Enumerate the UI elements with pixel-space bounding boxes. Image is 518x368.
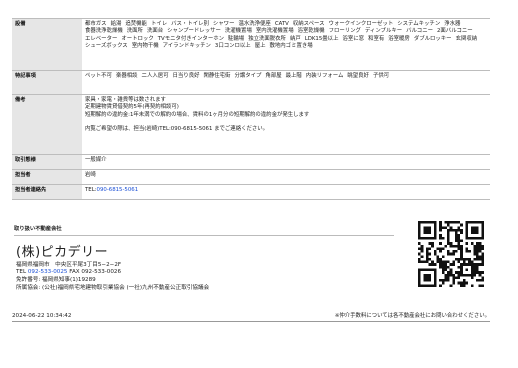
- staff-phone-link[interactable]: 090-6815-5061: [97, 187, 139, 193]
- special-note-item: 内装リフォーム: [305, 73, 344, 79]
- equipment-item: 浴室暖房: [388, 35, 410, 42]
- company-tel-label: TEL: [16, 269, 27, 276]
- special-note-item: 子供可: [372, 73, 390, 79]
- equipment-item: アイランドキッチン: [162, 43, 211, 50]
- special-note-item: 閑静住宅街: [203, 73, 231, 79]
- print-timestamp: 2024-06-22 10:34:42: [12, 313, 72, 319]
- special-note-item: 眺望良好: [347, 73, 369, 79]
- special-note-item: ペット不可: [85, 73, 112, 79]
- equipment-item: シューズボックス: [85, 43, 128, 50]
- special-note-item: 角部屋: [265, 73, 282, 79]
- company-license: 免許番号: 福岡県知事(1)19289: [16, 277, 96, 284]
- equipment-item: バルコニー: [406, 28, 433, 35]
- equipment-item: ディンプルキー: [364, 28, 403, 35]
- remarks-line: 定期建物賃貸借契約5年(再契約相談可): [85, 104, 179, 111]
- staff-row: 担当者 岩崎: [12, 169, 490, 185]
- equipment-item: ダブルロッキー: [413, 35, 452, 42]
- special-note-item: 楽器相談: [115, 73, 138, 79]
- company-info: (株)ピカデリー 福岡県福岡市 中央区平尾3丁目5−2−2F TEL 092-5…: [16, 245, 396, 292]
- remarks-row: 備考 家具・家電・雑貨等は数されます 定期建物賃貸借契約5年(再契約相談可) 短…: [12, 94, 490, 155]
- equipment-item: 洗濯機置場: [224, 28, 252, 35]
- transaction-type-value: 一般媒介: [82, 154, 490, 170]
- staff-contact-label: 担当者連絡先: [12, 184, 82, 200]
- equipment-value: 都市ガス 給湯 追焚機能 トイレ バス・トイレ別 シャワー 温水洗浄便座 CATV 収納スペース…: [82, 18, 490, 71]
- company-association: 所属協会: (公社)福岡県宅地建物取引業協会 (一社)九州不動産公正取引協議会: [16, 284, 210, 291]
- equipment-item: 2面バルコニー: [436, 28, 473, 35]
- special-notes-list: ペット不可 楽器相談 二人入居可 日当り良好 閑静住宅街 分譲タイプ 角部屋 最上階 内装リフォ…: [85, 73, 487, 80]
- property-detail-page: 設備 都市ガス 給湯 追焚機能 トイレ バス・トイレ別 シャワー 温水洗浄便座 CATV 収納ス…: [0, 0, 518, 368]
- equipment-item: 室内洗濯機置場: [255, 28, 294, 35]
- equipment-item: 玄関収納: [455, 35, 478, 42]
- equipment-label: 設備: [12, 18, 82, 71]
- staff-contact-row: 担当者連絡先 TEL:090-6815-5061: [12, 184, 490, 200]
- commission-note: ※仲介手数料については各不動産会社にお問い合わせください。: [334, 313, 490, 319]
- transaction-type-row: 取引態様 一般媒介: [12, 154, 490, 170]
- property-details-table: 設備 都市ガス 給湯 追焚機能 トイレ バス・トイレ別 シャワー 温水洗浄便座 CATV 収納ス…: [12, 18, 490, 200]
- equipment-item: 室内物干機: [131, 43, 159, 50]
- equipment-item: 屋上: [254, 43, 266, 50]
- remarks-line: 内覧ご希望の際は、担当(岩崎)TEL:090-6815-5061 までご連絡くだ…: [85, 126, 269, 133]
- equipment-item: 敷地内ゴミ置き場: [269, 43, 313, 50]
- equipment-item: 浴室に窓: [342, 35, 365, 42]
- staff-contact-prefix: TEL:: [85, 187, 97, 193]
- company-name: (株)ピカデリー: [16, 245, 109, 260]
- special-notes-value: ペット不可 楽器相談 二人入居可 日当り良好 閑静住宅街 分譲タイプ 角部屋 最上階 内装リフォ…: [82, 70, 490, 95]
- special-notes-label: 特記事項: [12, 70, 82, 95]
- special-notes-row: 特記事項 ペット不可 楽器相談 二人入居可 日当り良好 閑静住宅街 分譲タイプ 角部屋 最上階…: [12, 70, 490, 95]
- equipment-item: 浴室乾燥機: [297, 28, 325, 35]
- equipment-item: シャンプードレッサー: [167, 28, 221, 35]
- equipment-item: 食器洗浄乾燥機: [85, 28, 123, 35]
- qr-code-icon: [418, 221, 484, 287]
- special-note-item: 分譲タイプ: [234, 73, 262, 79]
- equipment-item: 和室有: [368, 35, 385, 42]
- company-tel-link[interactable]: 092-533-0025: [28, 269, 68, 275]
- staff-value: 岩崎: [82, 169, 490, 185]
- equipment-item: フローリング: [328, 28, 361, 35]
- company-section-label: 取り扱い不動産会社: [14, 226, 394, 237]
- company-fax: FAX 092-533-0026: [69, 269, 122, 276]
- special-note-item: 最上階: [285, 73, 302, 79]
- remarks-label: 備考: [12, 94, 82, 155]
- special-note-item: 二人入居可: [141, 73, 169, 79]
- equipment-row: 設備 都市ガス 給湯 追焚機能 トイレ バス・トイレ別 シャワー 温水洗浄便座 CATV 収納ス…: [12, 18, 490, 71]
- company-address: 福岡県福岡市 中央区平尾3丁目5−2−2F: [16, 261, 122, 268]
- equipment-item: 洗面所: [126, 28, 143, 35]
- staff-contact-value: TEL:090-6815-5061: [82, 184, 490, 200]
- equipment-list: 都市ガス 給湯 追焚機能 トイレ バス・トイレ別 シャワー 温水洗浄便座 CATV 収納スペース…: [85, 21, 487, 51]
- staff-label: 担当者: [12, 169, 82, 185]
- footer-divider: [12, 321, 490, 322]
- company-contact: TEL 092-533-0025 FAX 092-533-0026: [16, 269, 396, 277]
- remarks-line: 短期解約の違約金:1年未満での解約の場合、賃料の1ヶ月分の短期解約の違約金が発生…: [85, 111, 310, 118]
- remarks-value: 家具・家電・雑貨等は数されます 定期建物賃貸借契約5年(再契約相談可) 短期解約…: [82, 94, 490, 155]
- special-note-item: 日当り良好: [172, 73, 200, 79]
- transaction-type-label: 取引態様: [12, 154, 82, 170]
- equipment-item: 3口コンロ以上: [214, 43, 251, 50]
- equipment-item: 洗面台: [146, 28, 164, 35]
